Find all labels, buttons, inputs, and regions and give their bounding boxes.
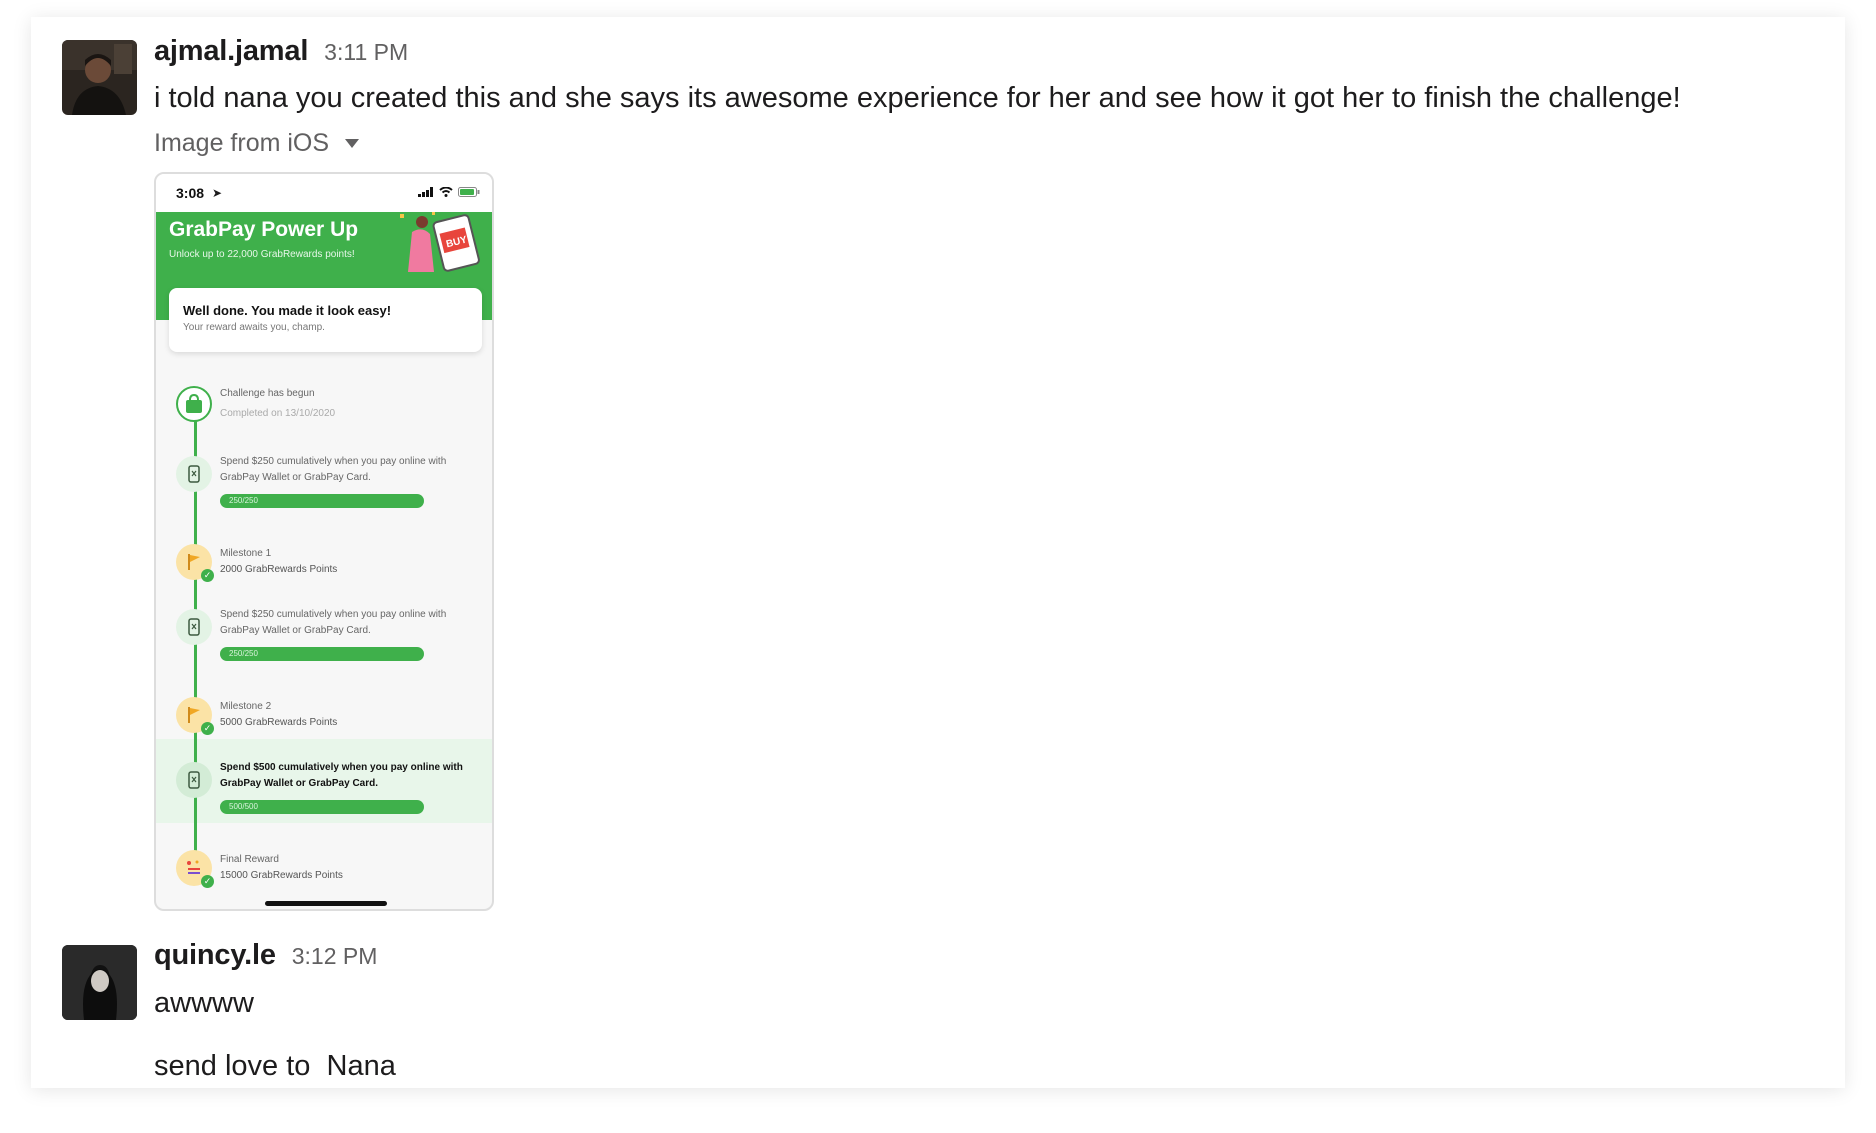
status-bar: 3:08 ➤ xyxy=(156,174,492,212)
message-pane: ajmal.jamal 3:11 PM i told nana you crea… xyxy=(31,17,1845,1088)
completion-subtitle: Your reward awaits you, champ. xyxy=(183,322,325,333)
progress-bar: 500/500 xyxy=(220,800,424,814)
battery-icon xyxy=(458,187,480,197)
step-detail: 2000 GrabRewards Points xyxy=(220,564,338,575)
attachment-label-text: Image from iOS xyxy=(154,129,330,157)
step-detail: GrabPay Wallet or GrabPay Card. xyxy=(220,472,371,483)
step-detail: 15000 GrabRewards Points xyxy=(220,870,343,881)
status-clock: 3:08 xyxy=(176,185,205,201)
check-icon: ✓ xyxy=(201,875,214,888)
timestamp[interactable]: 3:12 PM xyxy=(292,943,378,970)
step-detail: GrabPay Wallet or GrabPay Card. xyxy=(220,778,379,789)
username[interactable]: quincy.le xyxy=(154,939,276,972)
progress-bar: 250/250 xyxy=(220,647,424,661)
bag-icon xyxy=(176,386,212,422)
banner-title: GrabPay Power Up xyxy=(169,218,359,241)
flag-icon: ✓ xyxy=(176,544,214,582)
check-icon: ✓ xyxy=(201,569,214,582)
phone-icon xyxy=(176,456,212,492)
avatar[interactable] xyxy=(62,945,137,1020)
username[interactable]: ajmal.jamal xyxy=(154,35,308,68)
completion-title: Well done. You made it look easy! xyxy=(183,303,392,318)
home-indicator xyxy=(265,901,387,906)
image-attachment[interactable]: 3:08 ➤ GrabPay Power Up Unlock up to 22,… xyxy=(154,172,494,911)
location-arrow-icon: ➤ xyxy=(212,186,223,200)
shopping-illustration-icon: BUY xyxy=(400,212,480,272)
avatar[interactable] xyxy=(62,40,137,115)
step-detail: Completed on 13/10/2020 xyxy=(220,408,336,419)
banner-subtitle: Unlock up to 22,000 GrabRewards points! xyxy=(169,249,355,260)
attachment-label[interactable]: Image from iOS xyxy=(154,129,360,158)
gift-icon: ✓ xyxy=(176,850,214,888)
step-title: Milestone 1 xyxy=(220,548,272,559)
flag-icon: ✓ xyxy=(176,697,214,735)
phone-icon xyxy=(176,762,212,798)
step-title: Spend $250 cumulatively when you pay onl… xyxy=(220,456,447,467)
signal-icon xyxy=(418,187,433,197)
step-title: Challenge has begun xyxy=(220,388,315,399)
message-text: i told nana you created this and she say… xyxy=(154,82,1681,114)
check-icon: ✓ xyxy=(201,722,214,735)
message-text: awwww xyxy=(154,987,254,1019)
step-title: Final Reward xyxy=(220,854,279,865)
step-title: Spend $500 cumulatively when you pay onl… xyxy=(220,762,463,773)
message-text: send love to Nana xyxy=(154,1050,396,1082)
progress-bar: 250/250 xyxy=(220,494,424,508)
step-detail: GrabPay Wallet or GrabPay Card. xyxy=(220,625,371,636)
timestamp[interactable]: 3:11 PM xyxy=(324,39,408,66)
chevron-down-icon[interactable] xyxy=(345,139,360,148)
wifi-icon xyxy=(439,187,453,197)
step-title: Milestone 2 xyxy=(220,701,272,712)
phone-icon xyxy=(176,609,212,645)
step-title: Spend $250 cumulatively when you pay onl… xyxy=(220,609,447,620)
step-detail: 5000 GrabRewards Points xyxy=(220,717,338,728)
completion-card: Well done. You made it look easy! Your r… xyxy=(169,288,482,352)
